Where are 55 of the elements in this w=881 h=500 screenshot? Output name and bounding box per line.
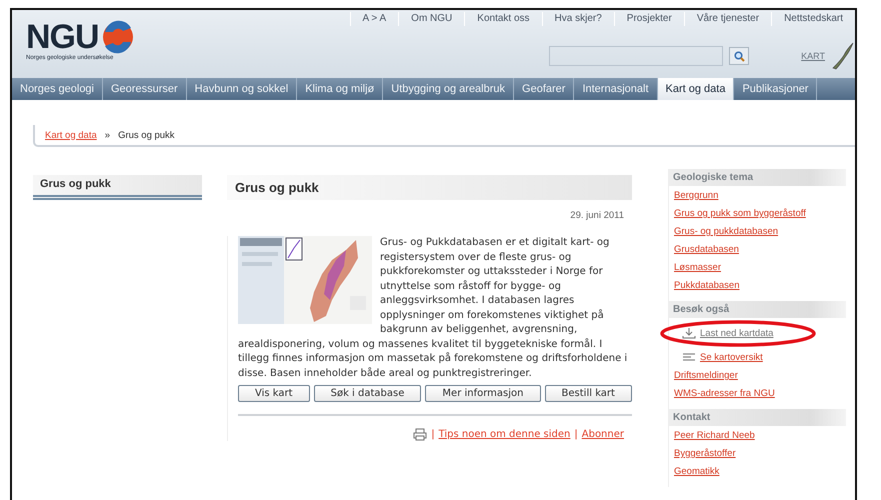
sidebar-link[interactable]: Geomatikk [674,466,720,477]
action-button[interactable]: Søk i database [314,385,422,402]
article-text: arealdisponering, volum og massenes kvalitet til byggetekniske formål. I tillegg finnes informasjon om massetak på forekomstene og driftsforholdene i disse. Basen inneholder både areal og punktregistreringer. [238,338,628,380]
sidebar-link[interactable]: Grus og pukk som byggeråstoff [674,208,806,219]
article-text: Grus- og Pukkdatabasen er et digitalt kart- og registersystem over de fleste grus- og pukkforekomster og uttakssteder i Norge for utnyttelse som råstoff for bygge- og anleggsvirksomhet. I databasen lagres opplysninger om forekomstenes viktighet på bakgrunn av beliggenhet, avgrensning, [380,236,610,337]
download-icon [682,328,696,339]
action-button[interactable]: Mer informasjon [425,385,541,402]
nav-tab[interactable]: Klima og miljø [297,78,384,100]
nav-tab[interactable]: Norges geologi [12,78,103,100]
nav-tab[interactable]: Utbygging og arealbruk [383,78,514,100]
logo-icon [100,20,135,54]
nav-tab[interactable]: Havbunn og sokkel [186,78,298,100]
sidebar-link[interactable]: Grusdatabasen [674,244,739,255]
breadcrumb-separator: » [104,130,110,140]
article-title: Grus og pukk [227,175,632,200]
action-button[interactable]: Vis kart [238,385,310,402]
sidebar-link[interactable]: Løsmasser [674,262,721,273]
breadcrumb-link[interactable]: Kart og data [45,130,97,140]
nav-tab[interactable]: Geofarer [514,78,574,100]
logo-text[interactable]: NGU [26,22,99,52]
sidebar-heading: Besøk også [668,301,846,318]
top-link[interactable]: Våre tjenester [684,12,772,26]
top-link[interactable]: A > A [350,12,398,26]
nav-tab[interactable]: Kart og data [658,78,734,100]
action-button[interactable]: Bestill kart [544,385,632,402]
article-date: 29. juni 2011 [569,210,624,221]
sidebar-link[interactable]: WMS-adresser fra NGU [674,388,775,399]
search-icon [734,50,745,62]
sidebar-link[interactable]: Byggeråstoffer [674,448,736,459]
map-link[interactable]: KART [801,51,825,61]
search-field[interactable] [549,46,724,66]
nav-tab[interactable]: Publikasjoner [734,78,818,100]
separator: | [431,429,435,440]
list-icon [682,352,696,363]
top-link[interactable]: Om NGU [398,12,464,26]
top-link[interactable]: Kontakt oss [464,12,542,26]
footer-link[interactable]: Abonner [582,429,624,440]
footer-link[interactable]: Tips noen om denne siden [438,429,570,440]
nav-tab[interactable]: Georessurser [103,78,187,100]
top-link[interactable]: Nettstedskart [771,12,855,26]
top-link[interactable]: Hva skjer? [542,12,614,26]
sidebar-link[interactable]: Pukkdatabasen [674,280,740,291]
sidebar-heading: Kontakt [668,409,846,426]
separator: | [574,429,578,440]
breadcrumb-current: Grus og pukk [118,130,175,140]
left-menu-title[interactable]: Grus og pukk [33,175,202,200]
sidebar-link[interactable]: Peer Richard Neeb [674,430,755,441]
sidebar-link[interactable]: Grus- og pukkdatabasen [674,226,778,237]
sidebar-link[interactable]: Berggrunn [674,190,718,201]
search-button[interactable] [729,47,750,65]
sidebar-link[interactable]: Driftsmeldinger [674,370,738,381]
sidebar-link[interactable]: Se kartoversikt [682,352,763,363]
top-link[interactable]: Prosjekter [614,12,684,26]
sidebar-heading: Geologiske tema [668,169,846,186]
print-icon[interactable] [413,428,428,441]
